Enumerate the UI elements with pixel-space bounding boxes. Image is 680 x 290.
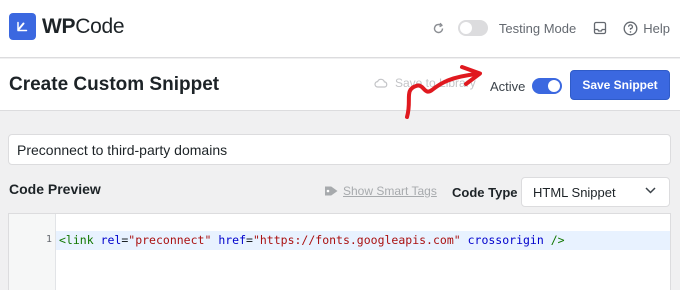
wpcode-logo[interactable]: WPCode bbox=[9, 13, 125, 40]
code-type-label: Code Type bbox=[452, 185, 518, 200]
smart-tags-label: Show Smart Tags bbox=[343, 184, 437, 198]
save-snippet-button[interactable]: Save Snippet bbox=[570, 70, 670, 100]
tag-icon bbox=[325, 186, 338, 196]
testing-mode-toggle[interactable] bbox=[457, 20, 488, 36]
help-link[interactable]: Help bbox=[643, 21, 670, 36]
annotation-arrow-icon bbox=[405, 65, 482, 119]
code-preview-heading: Code Preview bbox=[9, 181, 101, 197]
line-gutter bbox=[9, 214, 56, 290]
line-number: 1 bbox=[45, 234, 52, 245]
refresh-icon[interactable] bbox=[432, 22, 445, 35]
page-header: Create Custom Snippet Save to Library Ac… bbox=[0, 59, 680, 111]
help-icon[interactable] bbox=[623, 21, 638, 36]
testing-mode-label: Testing Mode bbox=[498, 20, 577, 36]
code-type-value: HTML Snippet bbox=[533, 184, 616, 200]
chevron-down-icon bbox=[645, 187, 656, 194]
active-toggle[interactable] bbox=[532, 78, 562, 94]
inbox-icon[interactable] bbox=[593, 21, 607, 35]
active-label: Active bbox=[490, 79, 526, 94]
code-editor[interactable]: 1 <link rel="preconnect" href="https://f… bbox=[8, 213, 671, 290]
top-bar: WPCode Testing Mode Help bbox=[0, 0, 680, 58]
snippet-title-input[interactable]: Preconnect to third-party domains bbox=[8, 134, 671, 165]
logo-icon bbox=[9, 13, 36, 40]
code-type-select[interactable]: HTML Snippet bbox=[521, 177, 670, 207]
show-smart-tags-link[interactable]: Show Smart Tags bbox=[324, 184, 437, 198]
page-title: Create Custom Snippet bbox=[9, 74, 220, 95]
cloud-icon bbox=[374, 78, 388, 88]
code-line[interactable]: <link rel="preconnect" href="https://fon… bbox=[59, 234, 565, 247]
brand-name: WPCode bbox=[42, 14, 125, 38]
